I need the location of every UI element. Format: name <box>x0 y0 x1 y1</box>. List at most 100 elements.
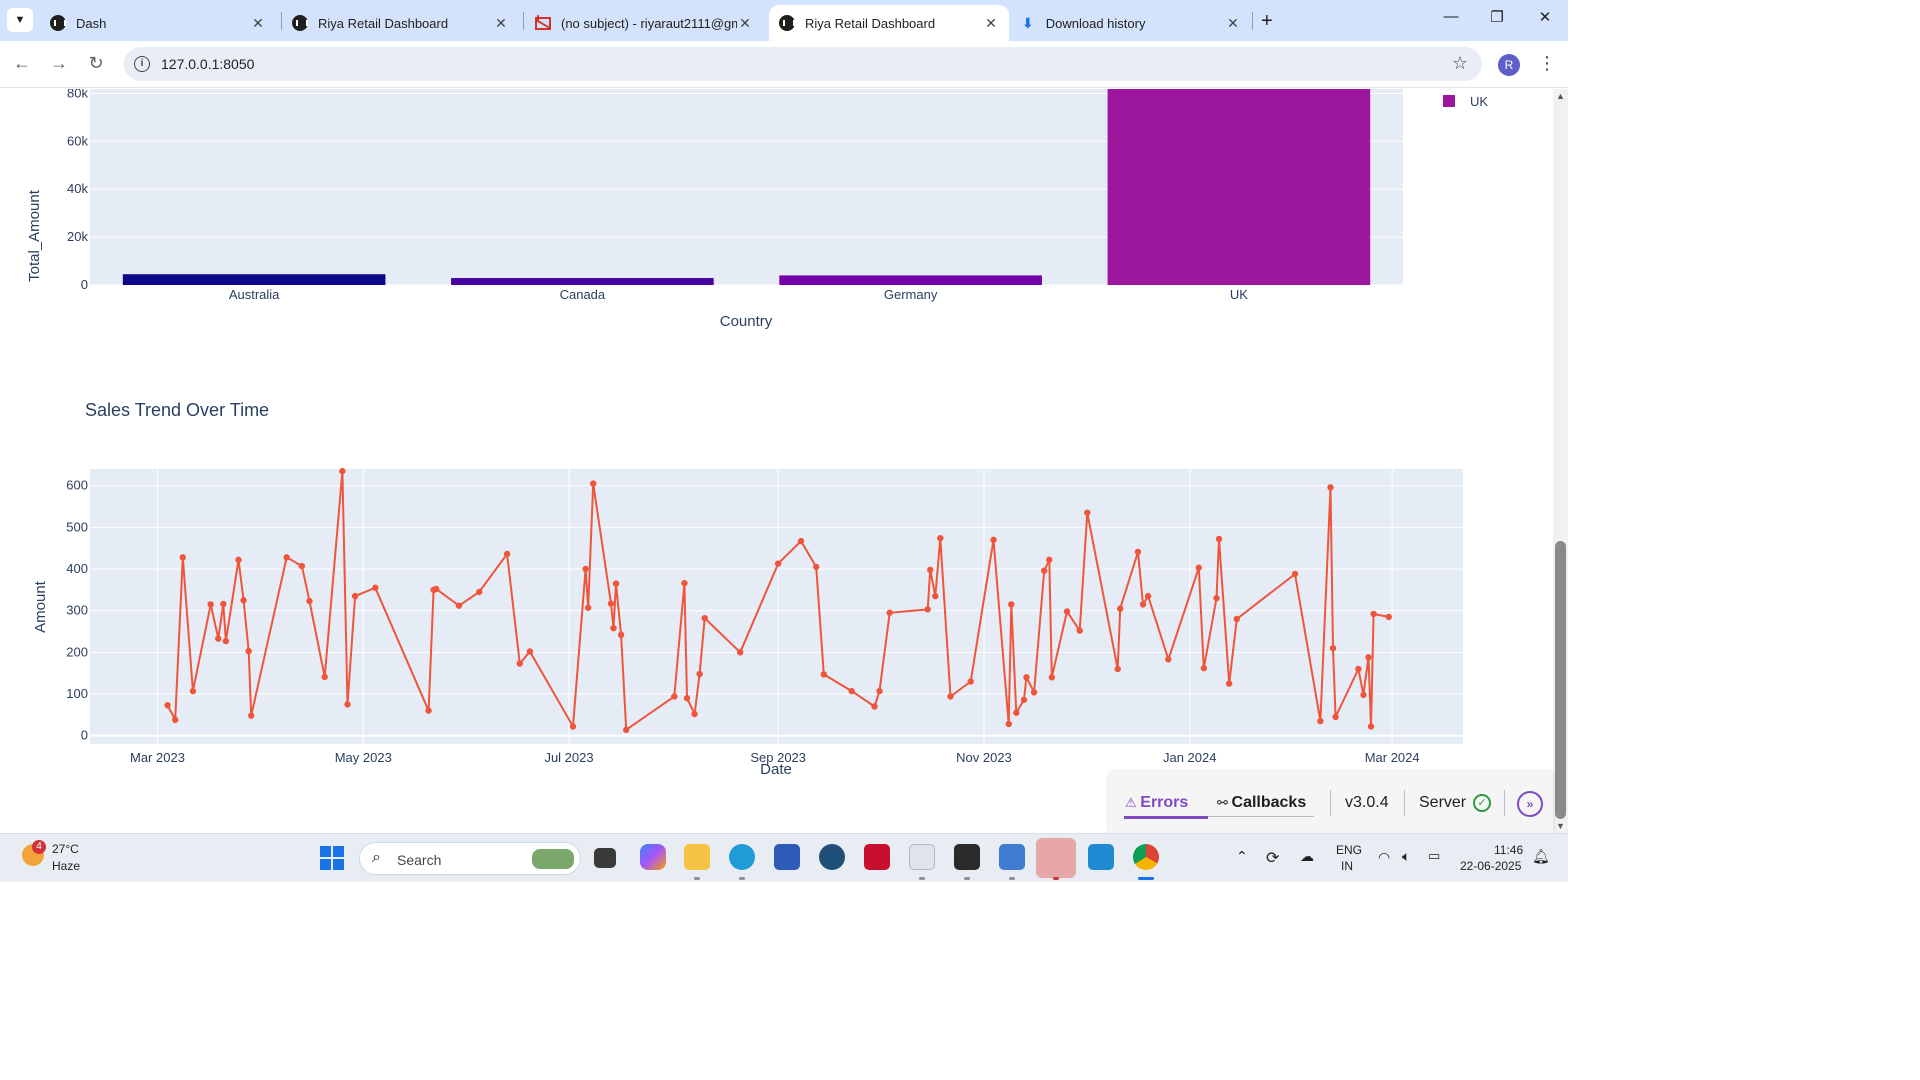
file-explorer-icon[interactable] <box>684 844 710 870</box>
bar-y-tick-label: 60k <box>67 133 88 148</box>
sales-data-point <box>671 693 678 700</box>
line-x-tick-label: Jan 2024 <box>1163 750 1217 765</box>
sales-data-point <box>1329 644 1337 652</box>
callbacks-tab-underline <box>1208 816 1314 817</box>
tab-download-history[interactable]: ⬇ Download history ✕ <box>1012 5 1251 41</box>
bar-x-tick-label: Canada <box>560 287 606 302</box>
weather-temperature[interactable]: 27°C <box>52 842 79 856</box>
devtools-divider <box>1330 790 1331 816</box>
sync-icon[interactable]: ⟳ <box>1266 848 1279 868</box>
profile-avatar[interactable]: R <box>1498 54 1520 76</box>
sales-data-point <box>584 604 592 611</box>
tab-riya-retail-dashboard[interactable]: Riya Retail Dashboard ✕ <box>282 5 519 41</box>
battery-icon[interactable]: ▭ <box>1428 848 1440 864</box>
task-view-icon[interactable] <box>594 848 616 868</box>
chrome-icon[interactable] <box>1133 844 1159 870</box>
new-tab-plus-icon[interactable]: + <box>1261 10 1273 33</box>
mcafee-icon[interactable] <box>864 844 890 870</box>
python-file-icon[interactable] <box>909 844 935 870</box>
legend-label-uk[interactable]: UK <box>1470 94 1488 109</box>
page-scrollbar[interactable]: ▲ ▼ <box>1553 89 1568 833</box>
more-menu-icon[interactable]: ⋮ <box>1538 53 1556 74</box>
get-help-icon[interactable] <box>1036 838 1076 878</box>
tab-riya-retail-dashboard-active[interactable]: Riya Retail Dashboard ✕ <box>769 5 1009 41</box>
chevron-up-icon[interactable]: ⌃ <box>1236 848 1248 865</box>
back-arrow-icon[interactable]: ← <box>10 53 34 74</box>
line-y-tick-label: 300 <box>66 603 88 618</box>
edge-browser-icon[interactable] <box>729 844 755 870</box>
forward-arrow-icon[interactable]: → <box>47 53 71 74</box>
close-icon[interactable]: ✕ <box>250 15 266 32</box>
sales-data-point <box>681 579 688 587</box>
bar-y-tick-label: 80k <box>67 89 88 100</box>
site-info-icon[interactable]: i <box>134 56 150 72</box>
bookmark-star-icon[interactable]: ☆ <box>1452 53 1468 74</box>
tab-title: (no subject) - riyaraut2111@gm <box>561 15 737 31</box>
clock-date[interactable]: 22-06-2025 <box>1460 859 1521 873</box>
legend-swatch-uk[interactable] <box>1443 95 1455 107</box>
line-y-tick-label: 100 <box>66 686 88 701</box>
close-icon[interactable]: ✕ <box>493 15 509 32</box>
line-x-tick-label: Nov 2023 <box>956 750 1012 765</box>
terminal-icon[interactable] <box>954 844 980 870</box>
language-region[interactable]: IN <box>1341 859 1353 873</box>
line-y-tick-label: 500 <box>66 519 88 534</box>
language-indicator[interactable]: ENG <box>1336 843 1362 857</box>
sales-data-point <box>736 649 744 656</box>
tab-dash[interactable]: Dash ✕ <box>40 5 276 41</box>
search-highlight-art-icon <box>532 849 574 869</box>
vscode-icon[interactable] <box>1088 844 1114 870</box>
close-icon[interactable]: ✕ <box>737 15 753 32</box>
sales-data-point <box>503 550 511 558</box>
line-plot-background <box>90 469 1463 744</box>
gmail-icon <box>535 14 551 30</box>
sales-data-point <box>696 670 703 678</box>
tab-title: Download history <box>1045 15 1146 31</box>
app-running-indicator <box>919 877 925 880</box>
sales-data-point <box>871 703 878 710</box>
window-close-icon[interactable]: ✕ <box>1530 8 1560 26</box>
windows-start-icon[interactable] <box>320 846 344 870</box>
taskbar-search-box[interactable]: ⌕ Search <box>359 842 581 875</box>
close-icon[interactable]: ✕ <box>983 15 999 32</box>
bar-y-tick-label: 40k <box>67 181 88 196</box>
wifi-icon[interactable]: ◠ <box>1378 849 1390 866</box>
url-text[interactable]: 127.0.0.1:8050 <box>161 56 254 72</box>
sales-data-point <box>1023 674 1030 681</box>
windows-taskbar: 4 27°C Haze ⌕ Search ⌃ ⟳ ☁ ENG IN ◠ 🔈︎ ▭… <box>0 833 1568 882</box>
close-icon[interactable]: ✕ <box>1225 15 1241 32</box>
weather-notification-badge: 4 <box>32 840 46 854</box>
minimize-icon[interactable]: — <box>1436 8 1466 25</box>
notepad-icon[interactable] <box>999 844 1025 870</box>
copilot-icon[interactable] <box>640 844 666 870</box>
restore-icon[interactable]: ❐ <box>1482 8 1512 26</box>
sales-data-point <box>1048 674 1056 681</box>
reload-icon[interactable]: ↻ <box>84 53 108 74</box>
onedrive-icon[interactable]: ☁ <box>1300 848 1314 865</box>
bar-x-axis-label: Country <box>720 313 773 330</box>
sales-data-point <box>1360 691 1367 699</box>
sales-data-point <box>691 710 698 718</box>
sales-data-point <box>947 693 954 700</box>
bar-y-axis-label: Total_Amount <box>26 189 43 282</box>
scroll-down-arrow-icon[interactable]: ▼ <box>1556 821 1565 831</box>
tab-search-button[interactable]: ▼ <box>7 8 33 32</box>
scrollbar-thumb[interactable] <box>1555 541 1566 819</box>
volume-icon[interactable]: 🔈︎ <box>1402 848 1410 865</box>
clock-time[interactable]: 11:46 <box>1494 843 1523 857</box>
address-bar[interactable]: i 127.0.0.1:8050 ☆ <box>124 47 1482 81</box>
weather-condition[interactable]: Haze <box>52 859 80 873</box>
microsoft-store-icon[interactable] <box>774 844 800 870</box>
dell-icon[interactable] <box>819 844 845 870</box>
notification-bell-icon[interactable]: 🔔︎ <box>1532 848 1550 865</box>
sales-data-point <box>1200 664 1208 672</box>
devtools-collapse-icon[interactable]: » <box>1517 791 1543 817</box>
tab-gmail[interactable]: (no subject) - riyaraut2111@gm ✕ <box>525 5 763 41</box>
server-status-label[interactable]: Server <box>1419 794 1466 812</box>
scroll-up-arrow-icon[interactable]: ▲ <box>1556 91 1565 101</box>
callbacks-tab[interactable]: ⚯ Callbacks <box>1217 794 1306 812</box>
errors-tab[interactable]: ⚠ Errors <box>1125 794 1188 812</box>
sales-data-point <box>283 554 290 561</box>
sales-data-point <box>1020 696 1028 704</box>
app-running-indicator <box>694 877 700 880</box>
